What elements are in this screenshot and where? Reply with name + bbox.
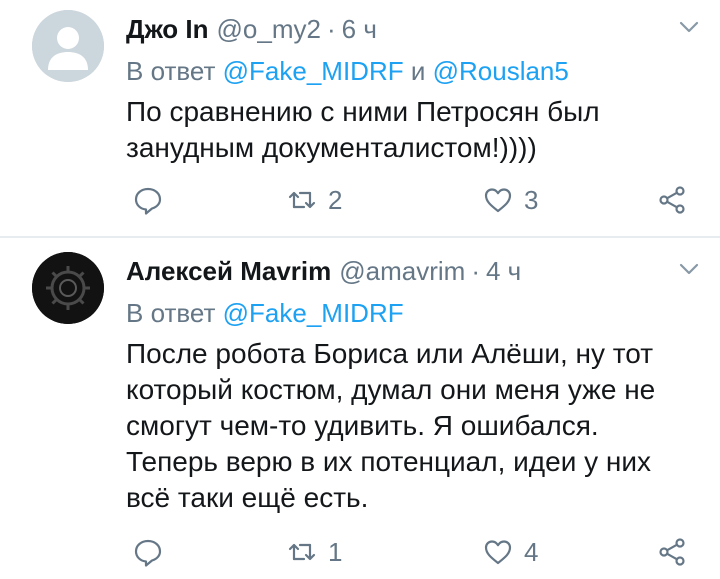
share-button[interactable] <box>656 180 688 220</box>
retweet-count: 2 <box>328 184 343 215</box>
timestamp[interactable]: 4 ч <box>486 256 521 286</box>
user-handle[interactable]: @amavrim <box>339 256 465 286</box>
retweet-icon <box>288 543 316 561</box>
tweet-actions: 2 3 <box>126 180 716 220</box>
share-button[interactable] <box>656 532 688 572</box>
mention-link[interactable]: @Rouslan5 <box>433 56 569 86</box>
avatar[interactable] <box>32 252 104 324</box>
reply-icon <box>134 539 162 567</box>
display-name[interactable]: Алексей Mavrim <box>126 256 331 286</box>
tweet-header: Алексей Mavrim @amavrim · 4 ч <box>126 256 521 286</box>
heart-icon <box>484 188 512 213</box>
reply-button[interactable] <box>132 532 164 572</box>
tweet-header: Джо In @o_my2 · 6 ч <box>126 14 377 44</box>
share-icon <box>659 186 685 214</box>
mention-link[interactable]: @Fake_MIDRF <box>223 298 404 328</box>
reply-button[interactable] <box>132 180 164 220</box>
like-button[interactable]: 3 <box>482 180 538 220</box>
default-avatar-icon <box>32 10 104 82</box>
reply-prefix: В ответ <box>126 298 216 328</box>
gear-avatar-icon <box>32 252 104 324</box>
retweet-icon <box>288 191 316 209</box>
like-button[interactable]: 4 <box>482 532 538 572</box>
retweet-button[interactable]: 1 <box>286 532 342 572</box>
display-name[interactable]: Джо In <box>126 14 209 44</box>
reply-joiner: и <box>410 56 426 86</box>
user-handle[interactable]: @o_my2 <box>217 14 321 44</box>
chevron-down-icon[interactable] <box>676 256 702 282</box>
like-count: 4 <box>524 536 539 567</box>
share-icon <box>659 538 685 566</box>
tweet[interactable]: Джо In @o_my2 · 6 ч В ответ @Fake_MIDRF и @… <box>0 0 720 238</box>
retweet-count: 1 <box>328 536 343 567</box>
tweet-text: По сравнению с ними Петросян был занудны… <box>126 96 600 163</box>
separator-dot: · <box>326 14 336 44</box>
heart-icon <box>484 540 512 565</box>
reply-prefix: В ответ <box>126 56 216 86</box>
like-count: 3 <box>524 184 539 215</box>
reply-context: В ответ @Fake_MIDRF <box>126 298 404 328</box>
mention-link[interactable]: @Fake_MIDRF <box>223 56 404 86</box>
reply-icon <box>134 187 162 215</box>
chevron-down-icon[interactable] <box>676 14 702 40</box>
tweet[interactable]: Алексей Mavrim @amavrim · 4 ч В ответ @Fake… <box>0 238 720 579</box>
timestamp[interactable]: 6 ч <box>342 14 377 44</box>
tweet-text: После робота Бориса или Алёши, ну тот ко… <box>126 338 656 513</box>
retweet-button[interactable]: 2 <box>286 180 342 220</box>
reply-context: В ответ @Fake_MIDRF и @Rouslan5 <box>126 56 569 86</box>
separator-dot: · <box>471 256 480 286</box>
tweet-actions: 1 4 <box>126 532 716 572</box>
avatar[interactable] <box>32 10 104 82</box>
